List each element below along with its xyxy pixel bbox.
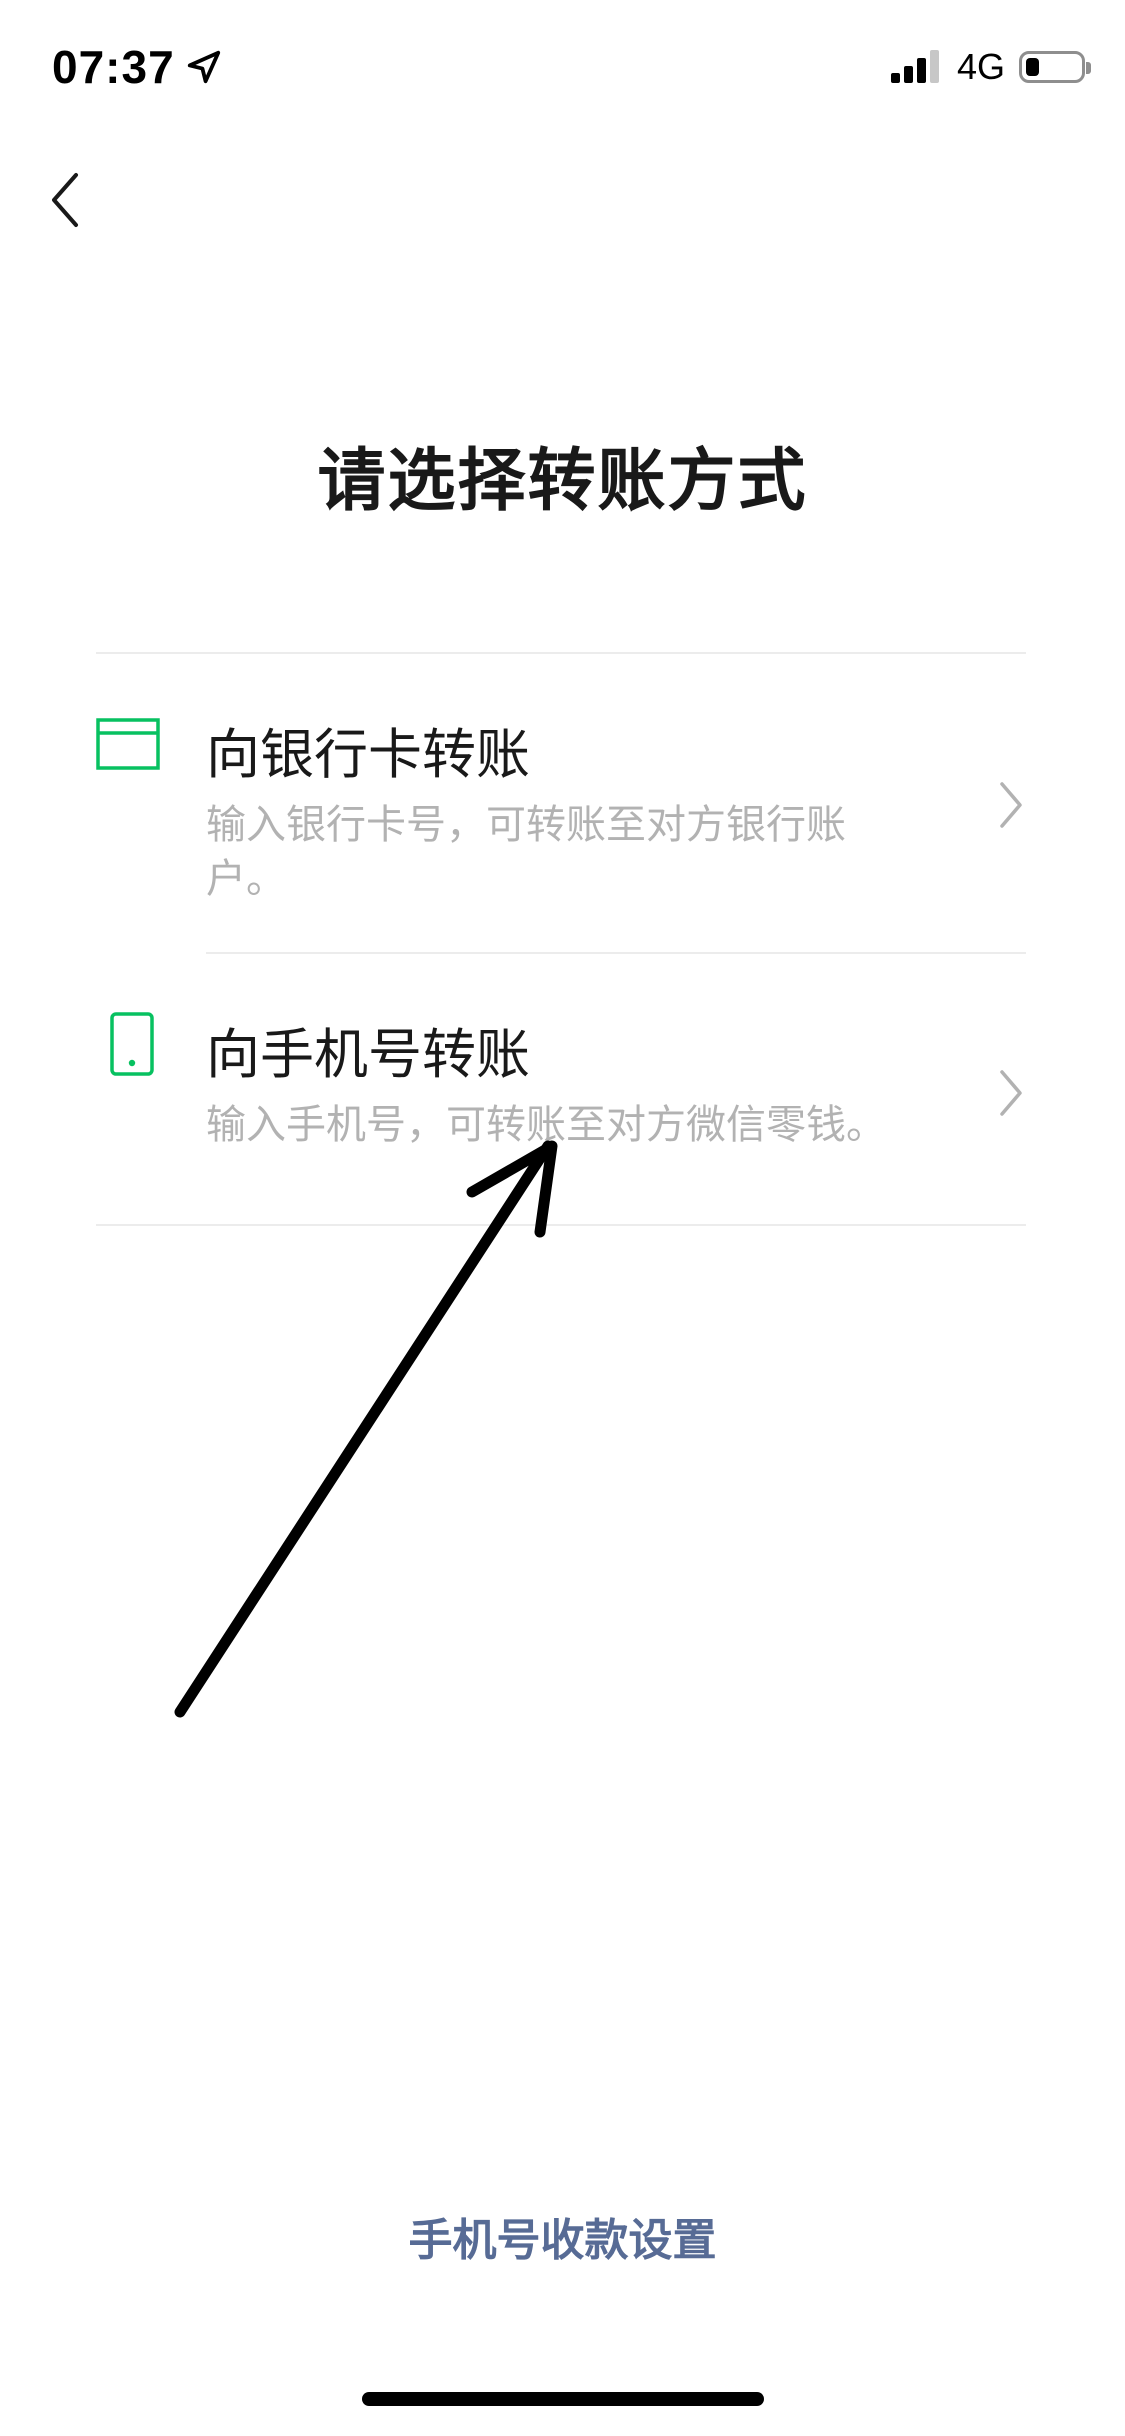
option-description: 输入银行卡号，可转账至对方银行账户。 — [206, 802, 846, 902]
home-indicator — [362, 2392, 764, 2406]
list-item-divider — [206, 952, 1026, 954]
option-title: 向银行卡转账 — [206, 723, 530, 786]
network-type: 4G — [956, 46, 1005, 87]
battery-level-fill — [1026, 58, 1039, 76]
status-time-group: 07:37 — [52, 40, 223, 94]
list-bottom-divider — [96, 1224, 1026, 1226]
bank-card-icon — [96, 718, 160, 770]
option-description: 输入手机号，可转账至对方微信零钱。 — [206, 1102, 886, 1148]
option-phone-number-transfer[interactable]: 向手机号转账 输入手机号，可转账至对方微信零钱。 — [96, 990, 1026, 1220]
mobile-phone-icon — [110, 1012, 154, 1076]
option-title: 向手机号转账 — [206, 1023, 530, 1086]
chevron-right-icon — [1000, 1070, 1022, 1116]
battery-icon — [1019, 51, 1091, 83]
cellular-signal-icon — [890, 50, 939, 83]
chevron-left-icon — [52, 173, 78, 227]
phone-receive-settings-link[interactable]: 手机号收款设置 — [0, 2204, 1125, 2268]
option-bank-card-transfer[interactable]: 向银行卡转账 输入银行卡号，可转账至对方银行账户。 — [96, 690, 1026, 950]
back-button[interactable] — [40, 165, 90, 235]
list-top-divider — [96, 652, 1026, 654]
status-bar: 07:37 4G — [0, 0, 1125, 140]
location-arrow-icon — [187, 50, 220, 84]
battery-terminal — [1086, 62, 1091, 74]
status-indicators: 4G — [889, 46, 1091, 88]
page-title: 请选择转账方式 — [317, 442, 808, 521]
status-time: 07:37 — [52, 41, 175, 93]
chevron-right-icon — [1000, 782, 1022, 828]
